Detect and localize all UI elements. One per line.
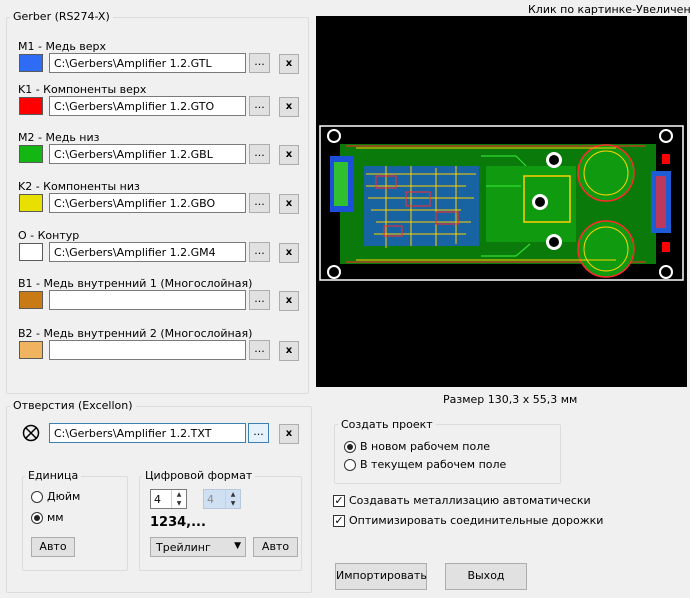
layer-label: K1 - Компоненты верх [18,83,147,96]
browse-button[interactable]: ... [249,242,270,262]
integer-digits-spinner[interactable]: 4 ▲ ▼ [150,489,187,509]
integer-digits-value: 4 [154,493,161,506]
gerber-group-title: Gerber (RS274-X) [10,10,113,23]
auto-plating-label: Создавать металлизацию автоматически [349,494,591,507]
drill-clear-button[interactable]: x [279,424,299,444]
layer-label: M1 - Медь верх [18,40,107,53]
auto-plating-checkbox[interactable]: ✓ [333,495,345,507]
units-group-title: Единица [25,469,82,482]
layer-path-input[interactable]: C:\Gerbers\Amplifier 1.2.GBO [49,193,246,213]
drill-group-title: Отверстия (Excellon) [10,399,136,412]
layer-path-input[interactable]: C:\Gerbers\Amplifier 1.2.GBL [49,144,246,164]
spin-down-icon: ▼ [230,500,236,507]
layer-color-swatch[interactable] [19,145,43,163]
project-group [334,424,561,484]
layer-path-input[interactable]: C:\Gerbers\Amplifier 1.2.GTO [49,96,246,116]
unit-inch-label: Дюйм [47,490,81,503]
layer-color-swatch[interactable] [19,243,43,261]
spin-down-icon[interactable]: ▼ [172,499,186,508]
layer-color-swatch[interactable] [19,194,43,212]
chevron-down-icon: ▼ [234,541,241,551]
layer-path-input[interactable]: C:\Gerbers\Amplifier 1.2.GM4 [49,242,246,262]
clear-button[interactable]: x [279,97,299,117]
layer-color-swatch[interactable] [19,54,43,72]
import-button[interactable]: Импортировать [335,563,427,590]
pcb-image [319,125,684,281]
clear-button[interactable]: x [279,54,299,74]
spin-up-icon[interactable]: ▲ [172,490,186,499]
clear-button[interactable]: x [279,243,299,263]
drill-path-input[interactable]: C:\Gerbers\Amplifier 1.2.TXT [49,423,246,443]
browse-button[interactable]: ... [249,340,270,360]
exit-button[interactable]: Выход [445,563,527,590]
board-size-text: Размер 130,3 x 55,3 мм [443,393,578,406]
browse-button[interactable]: ... [249,193,270,213]
zeros-mode-value: Трейлинг [156,541,211,554]
project-new-radio[interactable] [344,441,356,453]
project-current-radio[interactable] [344,459,356,471]
project-group-title: Создать проект [338,418,436,431]
layer-label: M2 - Медь низ [18,131,100,144]
layer-label: K2 - Компоненты низ [18,180,140,193]
clear-button[interactable]: x [279,291,299,311]
browse-button[interactable]: ... [249,144,270,164]
decimal-digits-spinner: 4 ▲ ▼ [203,489,241,509]
format-sample: 1234,... [150,515,206,530]
clear-button[interactable]: x [279,341,299,361]
browse-button[interactable]: ... [249,53,270,73]
layer-path-input[interactable]: C:\Gerbers\Amplifier 1.2.GTL [49,53,246,73]
layer-label: O - Контур [18,229,80,242]
project-current-label: В текущем рабочем поле [360,458,507,471]
zeros-mode-select[interactable]: Трейлинг ▼ [150,537,246,557]
format-group-title: Цифровой формат [142,469,256,482]
layer-path-input[interactable] [49,340,246,360]
optimize-tracks-checkbox[interactable]: ✓ [333,515,345,527]
clear-button[interactable]: x [279,194,299,214]
unit-inch-radio[interactable] [31,491,43,503]
project-new-label: В новом рабочем поле [360,440,490,453]
layer-path-input[interactable] [49,290,246,310]
layer-label: B1 - Медь внутренний 1 (Многослойная) [18,277,253,290]
unit-mm-label: мм [47,511,64,524]
unit-mm-radio[interactable] [31,512,43,524]
format-auto-button[interactable]: Авто [253,537,298,557]
units-auto-button[interactable]: Авто [31,537,75,557]
layer-color-swatch[interactable] [19,341,43,359]
decimal-digits-value: 4 [207,493,214,506]
drill-browse-button[interactable]: ... [248,423,269,443]
pcb-preview[interactable] [316,16,687,387]
layer-color-swatch[interactable] [19,291,43,309]
preview-hint: Клик по картинке-Увеличение [528,3,690,16]
clear-button[interactable]: x [279,145,299,165]
optimize-tracks-label: Оптимизировать соединительные дорожки [349,514,604,527]
layer-label: B2 - Медь внутренний 2 (Многослойная) [18,327,253,340]
browse-button[interactable]: ... [249,290,270,310]
layer-color-swatch[interactable] [19,97,43,115]
spin-up-icon: ▲ [230,491,236,498]
browse-button[interactable]: ... [249,96,270,116]
crosshair-circle-icon [22,424,40,442]
